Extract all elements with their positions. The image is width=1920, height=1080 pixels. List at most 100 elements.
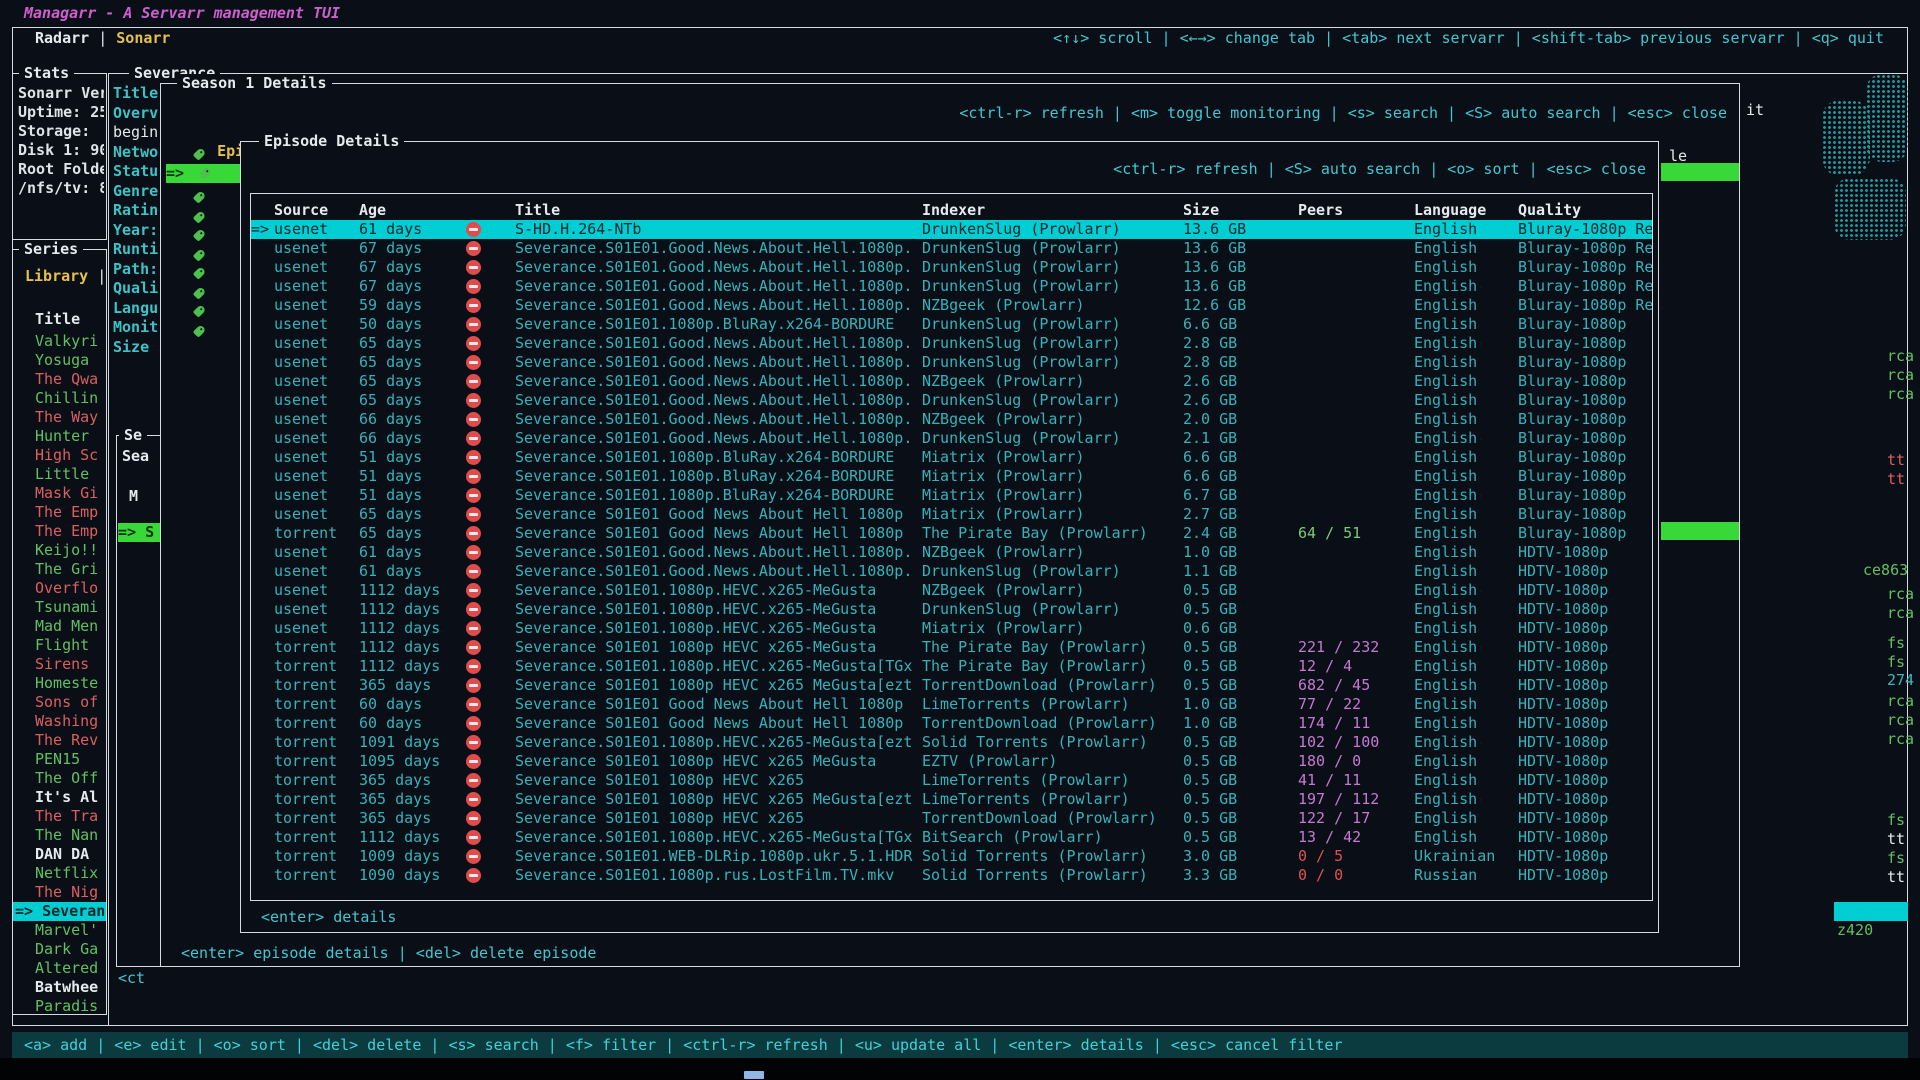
series-title: Chillin: [35, 389, 98, 407]
cell-indexer: DrunkenSlug (Prowlarr): [922, 315, 1183, 334]
series-list-item[interactable]: Chillin: [13, 389, 106, 408]
series-title: Overflo: [35, 579, 98, 597]
cell-rejection: [465, 429, 515, 448]
series-list-item[interactable]: Sons of: [13, 693, 106, 712]
series-list-item[interactable]: Little: [13, 465, 106, 484]
cell-title: Severance S01E01 1080p HEVC x265 MeGusta: [515, 752, 922, 771]
series-title: Dark Ga: [35, 940, 98, 958]
series-list-item[interactable]: The Nig: [13, 883, 106, 902]
release-row[interactable]: torrent 1090 days Severance.S01E01.1080p…: [251, 866, 1652, 885]
release-row[interactable]: usenet 1112 days Severance.S01E01.1080p.…: [251, 600, 1652, 619]
series-list-item[interactable]: The Qwa: [13, 370, 106, 389]
selected-episode-row-fragment[interactable]: =>: [166, 164, 241, 183]
series-list-item[interactable]: Mad Men: [13, 617, 106, 636]
release-row[interactable]: torrent 1091 days Severance.S01E01.1080p…: [251, 733, 1652, 752]
cell-rejection: [465, 505, 515, 524]
selected-season-row-fragment[interactable]: => S: [118, 523, 160, 542]
release-row[interactable]: => usenet 61 days S-HD.H.264-NTb Drunken…: [251, 220, 1652, 239]
release-row[interactable]: usenet 66 days Severance.S01E01.Good.New…: [251, 429, 1652, 448]
cell-source: usenet: [274, 372, 359, 391]
series-list-item[interactable]: Tsunami: [13, 598, 106, 617]
cell-title: S-HD.H.264-NTb: [515, 220, 922, 239]
release-row[interactable]: torrent 1009 days Severance.S01E01.WEB-D…: [251, 847, 1652, 866]
series-list-item[interactable]: It's Al: [13, 788, 106, 807]
stats-panel-title: Stats: [19, 64, 74, 83]
release-row[interactable]: usenet 65 days Severance.S01E01.Good.New…: [251, 391, 1652, 410]
series-list-item[interactable]: Netflix: [13, 864, 106, 883]
series-list-item[interactable]: Paradis: [13, 997, 106, 1016]
series-list-item[interactable]: DAN DA: [13, 845, 106, 864]
series-list-item[interactable]: Mask Gi: [13, 484, 106, 503]
cell-quality: HDTV-1080p: [1518, 866, 1652, 885]
release-row[interactable]: torrent 365 days Severance S01E01 1080p …: [251, 771, 1652, 790]
series-list-item[interactable]: => Severan: [13, 902, 106, 921]
cell-source: torrent: [274, 828, 359, 847]
release-row[interactable]: usenet 67 days Severance.S01E01.Good.New…: [251, 277, 1652, 296]
series-list-item[interactable]: The Emp: [13, 503, 106, 522]
release-row[interactable]: torrent 60 days Severance S01E01 Good Ne…: [251, 695, 1652, 714]
cell-title: Severance.S01E01.1080p.HEVC.x265-MeGusta…: [515, 828, 922, 847]
series-list-item[interactable]: PEN15: [13, 750, 106, 769]
series-list-item[interactable]: The Rev: [13, 731, 106, 750]
cell-prefix: [251, 638, 274, 657]
release-row[interactable]: torrent 365 days Severance S01E01 1080p …: [251, 676, 1652, 695]
release-row[interactable]: usenet 65 days Severance.S01E01.Good.New…: [251, 372, 1652, 391]
tab-radarr[interactable]: Radarr: [35, 29, 89, 47]
series-list-item[interactable]: Dark Ga: [13, 940, 106, 959]
cell-quality: HDTV-1080p: [1518, 733, 1652, 752]
series-list-item[interactable]: The Nan: [13, 826, 106, 845]
series-list-item[interactable]: The Way: [13, 408, 106, 427]
release-row[interactable]: torrent 365 days Severance S01E01 1080p …: [251, 809, 1652, 828]
cell-prefix: [251, 562, 274, 581]
release-row[interactable]: torrent 65 days Severance S01E01 Good Ne…: [251, 524, 1652, 543]
cell-rejection: [465, 638, 515, 657]
release-row[interactable]: torrent 1112 days Severance.S01E01.1080p…: [251, 828, 1652, 847]
cell-rejection: [465, 258, 515, 277]
release-row[interactable]: usenet 67 days Severance.S01E01.Good.New…: [251, 258, 1652, 277]
series-list-item[interactable]: Marvel': [13, 921, 106, 940]
series-list-item[interactable]: Flight: [13, 636, 106, 655]
series-list-item[interactable]: Altered: [13, 959, 106, 978]
series-list-item[interactable]: Hunter: [13, 427, 106, 446]
series-list-item[interactable]: Overflo: [13, 579, 106, 598]
series-list-item[interactable]: The Off: [13, 769, 106, 788]
series-list-item[interactable]: Keijo!!: [13, 541, 106, 560]
series-list-item[interactable]: The Gri: [13, 560, 106, 579]
release-row[interactable]: usenet 51 days Severance.S01E01.1080p.Bl…: [251, 467, 1652, 486]
series-list-item[interactable]: High Sc: [13, 446, 106, 465]
release-row[interactable]: usenet 51 days Severance.S01E01.1080p.Bl…: [251, 486, 1652, 505]
cell-prefix: [251, 828, 274, 847]
release-row[interactable]: torrent 1095 days Severance S01E01 1080p…: [251, 752, 1652, 771]
release-row[interactable]: usenet 51 days Severance.S01E01.1080p.Bl…: [251, 448, 1652, 467]
release-row[interactable]: usenet 59 days Severance.S01E01.Good.New…: [251, 296, 1652, 315]
series-title: The Qwa: [35, 370, 98, 388]
release-row[interactable]: usenet 50 days Severance.S01E01.1080p.Bl…: [251, 315, 1652, 334]
tab-sonarr[interactable]: Sonarr: [116, 29, 170, 47]
release-row[interactable]: usenet 61 days Severance.S01E01.Good.New…: [251, 562, 1652, 581]
cell-size: 2.4 GB: [1183, 524, 1298, 543]
series-list-item[interactable]: Washing: [13, 712, 106, 731]
series-list-item[interactable]: The Emp: [13, 522, 106, 541]
series-list-item[interactable]: Sirens: [13, 655, 106, 674]
release-row[interactable]: usenet 65 days Severance S01E01 Good New…: [251, 505, 1652, 524]
release-row[interactable]: torrent 365 days Severance S01E01 1080p …: [251, 790, 1652, 809]
series-list-item[interactable]: Homeste: [13, 674, 106, 693]
release-row[interactable]: usenet 61 days Severance.S01E01.Good.New…: [251, 543, 1652, 562]
series-list-item[interactable]: The Tra: [13, 807, 106, 826]
release-row[interactable]: usenet 65 days Severance.S01E01.Good.New…: [251, 334, 1652, 353]
release-row[interactable]: usenet 1112 days Severance.S01E01.1080p.…: [251, 581, 1652, 600]
release-row[interactable]: torrent 1112 days Severance.S01E01.1080p…: [251, 657, 1652, 676]
series-list-item[interactable]: Batwhee: [13, 978, 106, 997]
series-list-item[interactable]: Valkyri: [13, 332, 106, 351]
release-row[interactable]: usenet 66 days Severance.S01E01.Good.New…: [251, 410, 1652, 429]
release-row[interactable]: usenet 1112 days Severance.S01E01.1080p.…: [251, 619, 1652, 638]
cell-age: 51 days: [359, 448, 465, 467]
release-row[interactable]: usenet 65 days Severance.S01E01.Good.New…: [251, 353, 1652, 372]
cell-language: English: [1414, 258, 1518, 277]
release-row[interactable]: usenet 67 days Severance.S01E01.Good.New…: [251, 239, 1652, 258]
release-row[interactable]: torrent 60 days Severance S01E01 Good Ne…: [251, 714, 1652, 733]
cell-title: Severance.S01E01.Good.News.About.Hell.10…: [515, 353, 922, 372]
release-row[interactable]: torrent 1112 days Severance S01E01 1080p…: [251, 638, 1652, 657]
series-list-item[interactable]: Yosuga: [13, 351, 106, 370]
tab-library[interactable]: Library: [25, 267, 88, 285]
